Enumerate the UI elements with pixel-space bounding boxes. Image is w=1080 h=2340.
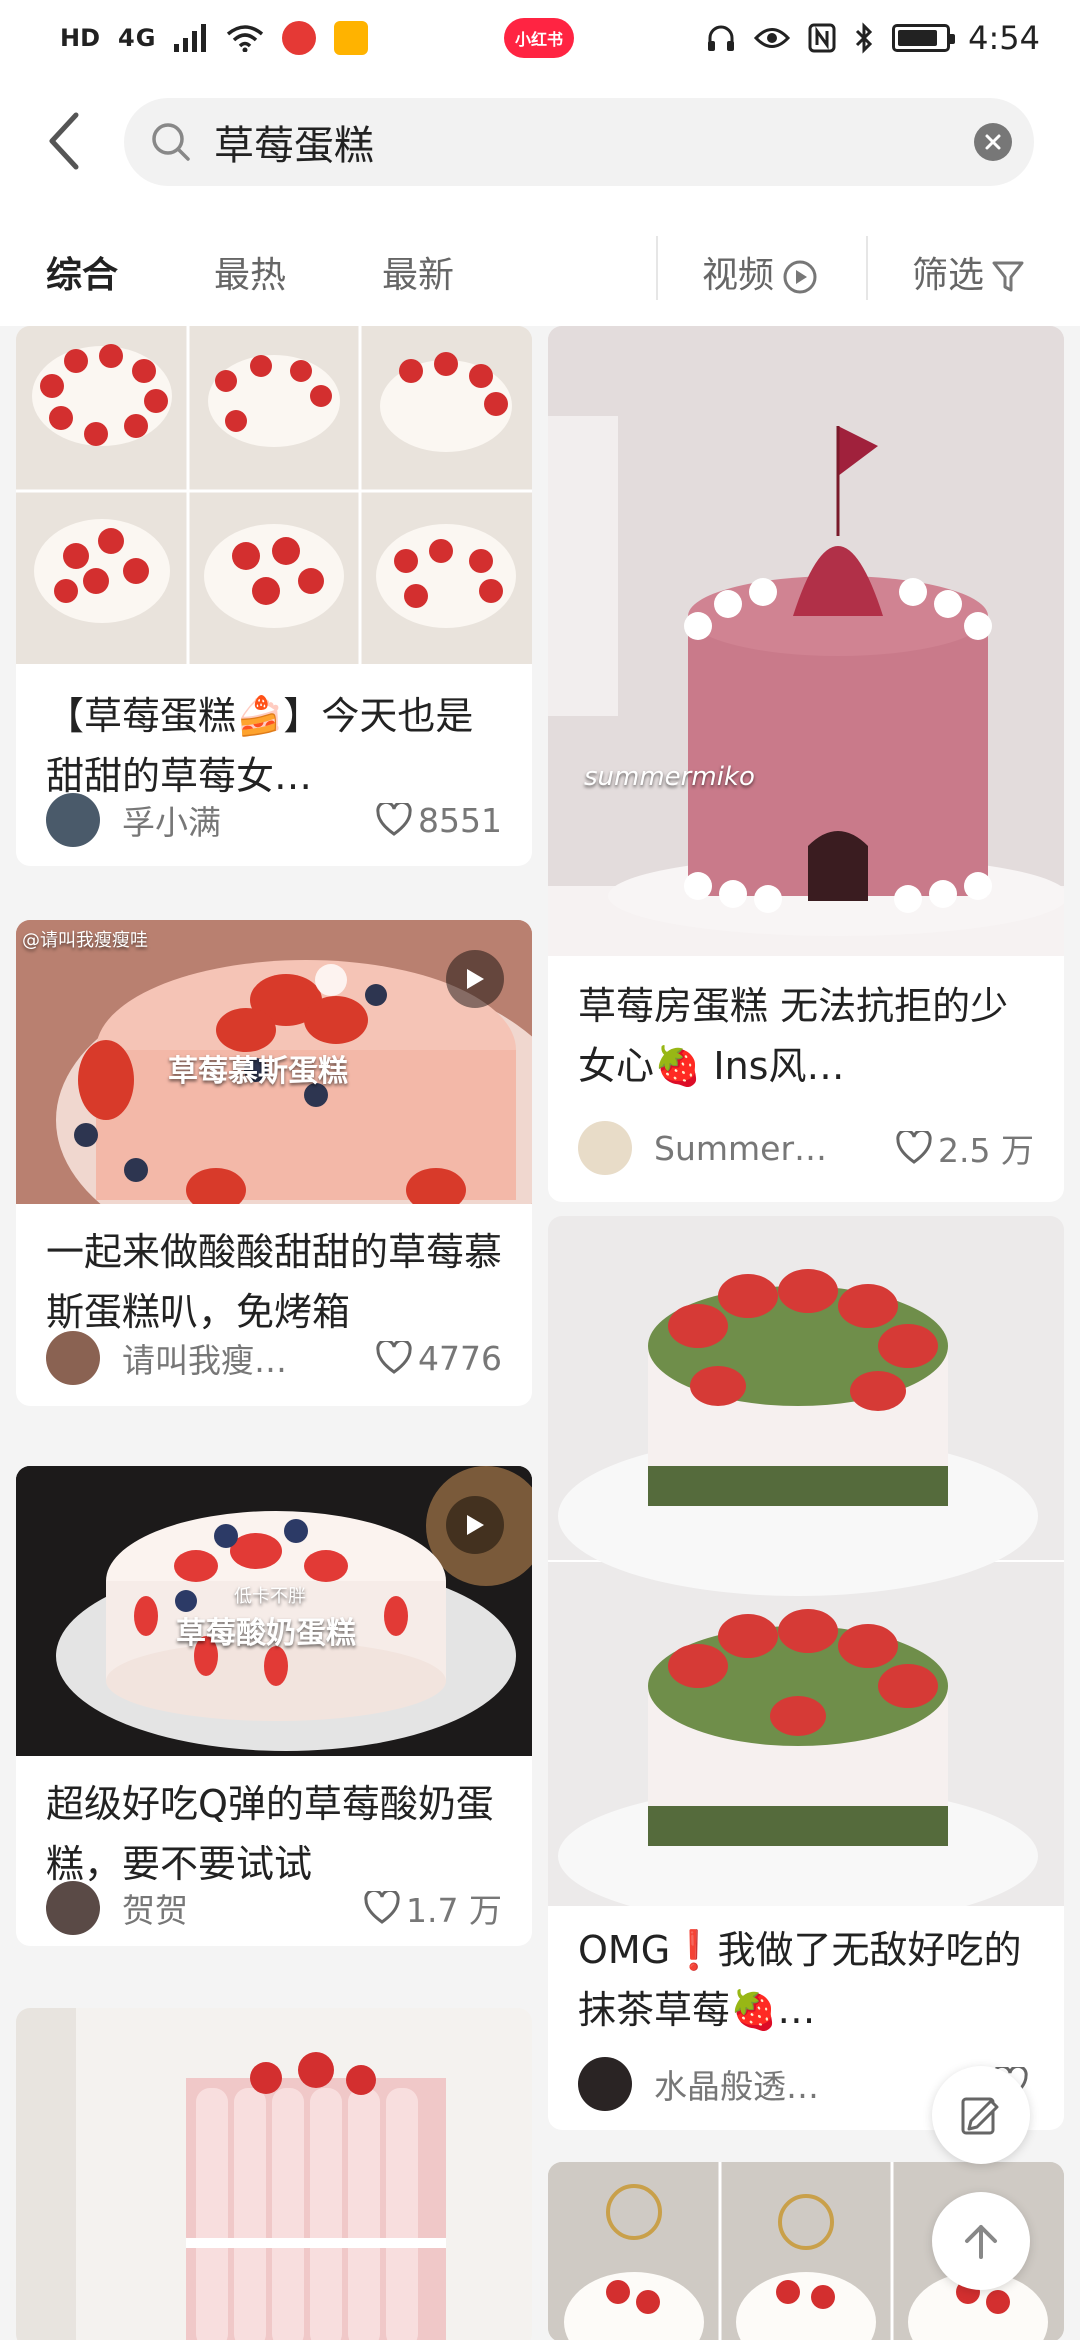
note-title: 超级好吃Q弹的草莓酸奶蛋糕，要不要试试 <box>46 1782 494 1886</box>
note-meta: Summer… 2.5 万 <box>578 1118 1034 1178</box>
search-icon <box>152 123 190 161</box>
note-meta: 孚小满 8551 <box>46 790 502 850</box>
video-play-button[interactable] <box>446 950 504 1008</box>
image-caption: 草莓慕斯蛋糕 <box>168 1054 348 1089</box>
play-icon <box>467 1515 484 1535</box>
note-card[interactable]: OMG❗我做了无敌好吃的抹茶草莓🍓… 水晶般透… <box>548 1216 1064 2130</box>
like-count: 1.7 万 <box>406 1891 502 1930</box>
chevron-left-icon <box>49 112 79 170</box>
image-watermark: @请叫我瘦瘦哇 <box>22 930 148 951</box>
bluetooth-icon <box>856 22 873 54</box>
like-button[interactable]: 8551 <box>376 801 502 840</box>
wifi-icon <box>227 25 264 52</box>
author-name[interactable]: Summer… <box>654 1129 896 1168</box>
clock: 4:54 <box>968 19 1040 57</box>
avatar[interactable] <box>46 1881 100 1935</box>
app-notification-icon <box>282 21 317 55</box>
author-name[interactable]: 孚小满 <box>122 796 376 844</box>
search-header: 草莓蛋糕 <box>0 76 1080 206</box>
like-button[interactable]: 2.5 万 <box>896 1124 1034 1172</box>
heart-icon <box>896 1131 932 1164</box>
filter-tabs: 综合 最热 最新 视频 筛选 <box>0 206 1080 326</box>
heart-icon <box>376 803 412 836</box>
note-card[interactable]: @请叫我瘦瘦哇 草莓慕斯蛋糕 一起来做酸酸甜甜的草莓慕斯蛋糕叭，免烤箱 请叫我瘦… <box>16 920 532 1406</box>
edit-note-icon <box>961 2097 999 2135</box>
funnel-icon <box>992 261 1024 292</box>
tab-video[interactable]: 视频 <box>702 246 818 298</box>
search-input[interactable]: 草莓蛋糕 <box>124 98 1034 186</box>
status-bar: HD 4G 小红书 4:54 <box>0 0 1080 76</box>
tab-video-label: 视频 <box>702 255 775 296</box>
note-card[interactable] <box>16 2008 532 2340</box>
avatar[interactable] <box>46 1331 100 1385</box>
note-card[interactable]: 【草莓蛋糕🍰】今天也是甜甜的草莓女… 孚小满 8551 <box>16 326 532 866</box>
note-title: 【草莓蛋糕🍰】今天也是甜甜的草莓女… <box>46 694 474 798</box>
status-right: 4:54 <box>706 19 1040 57</box>
heart-icon <box>364 1891 400 1924</box>
tab-hottest[interactable]: 最热 <box>214 246 286 298</box>
note-meta: 贺贺 1.7 万 <box>46 1878 502 1938</box>
battery-icon <box>892 24 956 52</box>
heart-icon <box>376 1341 412 1374</box>
video-play-button[interactable] <box>446 1496 504 1554</box>
status-left: HD 4G <box>60 21 369 55</box>
headphones-icon <box>708 25 735 51</box>
signal-bars-icon <box>174 24 207 52</box>
network-label: HD <box>60 24 101 52</box>
note-card[interactable]: summermiko 草莓房蛋糕 无法抗拒的少女心🍓 Ins风… Summer…… <box>548 326 1064 1202</box>
search-query: 草莓蛋糕 <box>214 123 374 169</box>
image-watermark: summermiko <box>584 762 755 792</box>
note-title: 一起来做酸酸甜甜的草莓慕斯蛋糕叭，免烤箱 <box>46 1230 503 1334</box>
back-button[interactable] <box>36 106 92 176</box>
avatar[interactable] <box>578 1121 632 1175</box>
tab-comprehensive[interactable]: 综合 <box>46 246 118 298</box>
like-count: 4776 <box>418 1338 502 1378</box>
image-subcaption: 低卡不胖 <box>234 1586 306 1607</box>
author-name[interactable]: 请叫我瘦… <box>122 1334 376 1382</box>
castle-cake-image: summermiko <box>548 326 1064 956</box>
avatar[interactable] <box>578 2057 632 2111</box>
note-title: OMG❗我做了无敌好吃的抹茶草莓🍓… <box>578 1928 1022 2032</box>
tab-divider-2 <box>866 236 868 300</box>
play-circle-icon <box>783 260 817 294</box>
tab-divider <box>656 236 658 300</box>
author-name[interactable]: 贺贺 <box>122 1884 364 1932</box>
tab-latest[interactable]: 最新 <box>382 246 454 298</box>
like-button[interactable]: 1.7 万 <box>364 1884 502 1932</box>
mousse-cake-image: @请叫我瘦瘦哇 草莓慕斯蛋糕 <box>16 920 532 1204</box>
app-notification-icon-2 <box>334 21 369 55</box>
tab-filter-label: 筛选 <box>912 255 985 296</box>
play-icon <box>467 969 484 989</box>
ladyfinger-cake-image <box>16 2008 532 2340</box>
note-meta: 请叫我瘦… 4776 <box>46 1328 502 1388</box>
nfc-icon <box>808 23 836 53</box>
like-count: 2.5 万 <box>938 1131 1034 1170</box>
app-badge: 小红书 <box>504 18 574 58</box>
like-button[interactable]: 4776 <box>376 1339 502 1378</box>
like-count: 8551 <box>418 800 502 840</box>
tab-filter[interactable]: 筛选 <box>912 246 1024 298</box>
note-feed: 【草莓蛋糕🍰】今天也是甜甜的草莓女… 孚小满 8551 @请叫我瘦瘦哇 草莓慕斯… <box>0 326 1080 2340</box>
eye-icon <box>754 28 791 48</box>
avatar[interactable] <box>46 793 100 847</box>
note-title: 草莓房蛋糕 无法抗拒的少女心🍓 Ins风… <box>578 984 1009 1088</box>
clear-search-button[interactable] <box>974 123 1012 161</box>
signal-label: 4G <box>118 24 157 52</box>
note-card[interactable]: 低卡不胖 草莓酸奶蛋糕 超级好吃Q弹的草莓酸奶蛋糕，要不要试试 贺贺 1.7 万 <box>16 1466 532 1946</box>
close-icon <box>985 134 1001 150</box>
arrow-up-icon <box>965 2225 997 2259</box>
cake-collage-image <box>16 326 532 664</box>
yogurt-cake-image: 低卡不胖 草莓酸奶蛋糕 <box>16 1466 532 1756</box>
scroll-to-top-button[interactable] <box>932 2192 1030 2290</box>
post-note-button[interactable] <box>932 2066 1030 2164</box>
image-caption: 草莓酸奶蛋糕 <box>176 1616 356 1651</box>
matcha-cake-image <box>548 1216 1064 1906</box>
